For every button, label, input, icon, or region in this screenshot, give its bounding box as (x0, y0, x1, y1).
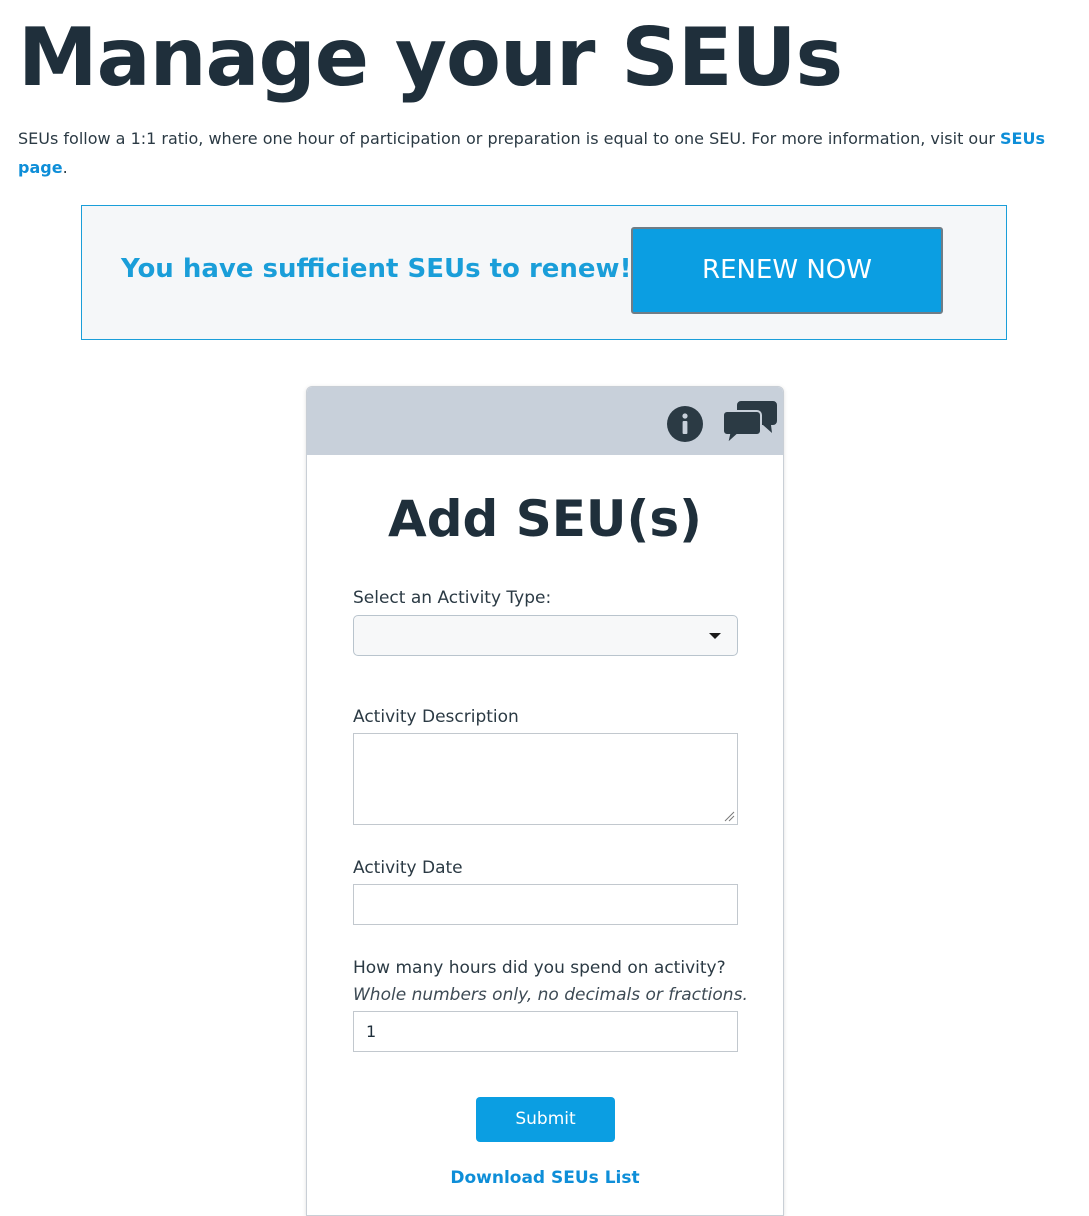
download-seus-list-link[interactable]: Download SEUs List (307, 1168, 783, 1188)
page-title: Manage your SEUs (18, 11, 843, 104)
resize-handle-icon[interactable] (723, 810, 735, 822)
renew-now-button[interactable]: RENEW NOW (631, 227, 943, 314)
activity-date-input[interactable] (353, 884, 738, 925)
widget-title: Add SEU(s) (388, 490, 702, 548)
hours-input[interactable]: 1 (353, 1011, 738, 1052)
widget-header (307, 387, 783, 455)
intro-end: . (62, 158, 68, 177)
submit-button[interactable]: Submit (476, 1097, 615, 1142)
renew-banner: You have sufficient SEUs to renew! RENEW… (81, 205, 1007, 340)
renew-message: You have sufficient SEUs to renew! (121, 254, 632, 284)
intro-text: SEUs follow a 1:1 ratio, where one hour … (18, 124, 1068, 182)
info-icon[interactable] (667, 406, 703, 442)
add-seu-widget: Add SEU(s) Select an Activity Type: Acti… (306, 386, 784, 1216)
activity-description-label: Activity Description (353, 707, 519, 727)
activity-description-textarea[interactable] (353, 733, 738, 825)
hours-label: How many hours did you spend on activity… (353, 958, 726, 978)
activity-date-label: Activity Date (353, 858, 463, 878)
caret-down-icon (709, 633, 721, 639)
chat-icon[interactable] (723, 399, 777, 445)
activity-type-label: Select an Activity Type: (353, 588, 552, 608)
activity-type-select[interactable] (353, 615, 738, 656)
intro-body: SEUs follow a 1:1 ratio, where one hour … (18, 129, 1001, 148)
hours-hint: Whole numbers only, no decimals or fract… (353, 985, 748, 1005)
